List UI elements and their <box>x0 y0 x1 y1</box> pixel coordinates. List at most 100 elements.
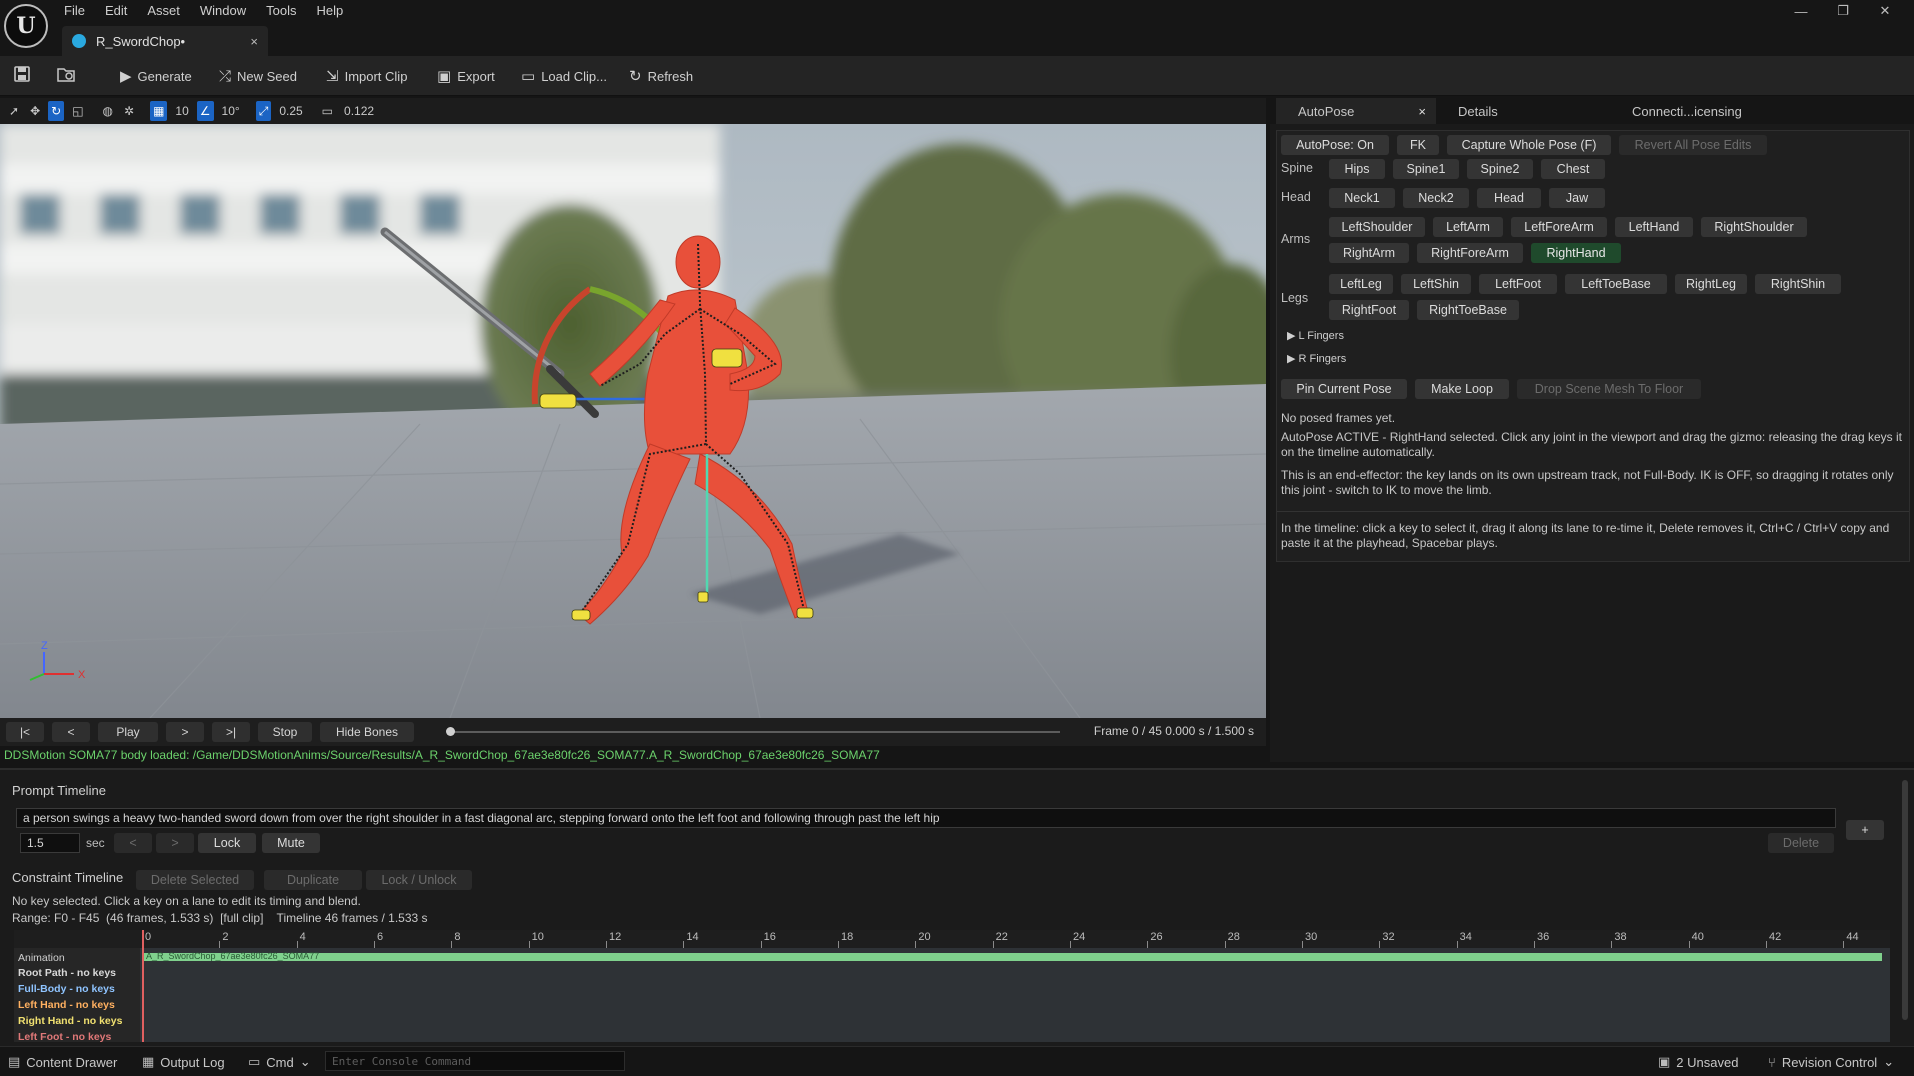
delete-selected-button[interactable]: Delete Selected <box>136 870 254 890</box>
last-frame-button[interactable]: >| <box>212 722 250 742</box>
capture-whole-pose-button[interactable]: Capture Whole Pose (F) <box>1447 135 1611 155</box>
drop-scene-mesh-button[interactable]: Drop Scene Mesh To Floor <box>1517 379 1701 399</box>
prompt-prev-button[interactable]: < <box>114 833 152 853</box>
joint-rightleg-button[interactable]: RightLeg <box>1675 274 1747 294</box>
menu-edit[interactable]: Edit <box>97 0 139 22</box>
prompt-delete-button[interactable]: Delete <box>1768 833 1834 853</box>
grid-snap-value[interactable]: 10 <box>172 101 191 121</box>
tab-autopose[interactable]: AutoPose × <box>1276 98 1436 124</box>
track-lanes[interactable] <box>14 948 1890 1042</box>
prompt-input[interactable]: a person swings a heavy two-handed sword… <box>16 808 1836 828</box>
prompt-mute-button[interactable]: Mute <box>262 833 320 853</box>
camera-speed-value[interactable]: 0.122 <box>341 101 377 121</box>
joint-head-button[interactable]: Head <box>1477 188 1541 208</box>
save-icon[interactable] <box>10 65 34 87</box>
joint-neck2-button[interactable]: Neck2 <box>1403 188 1469 208</box>
autopose-toggle-button[interactable]: AutoPose: On <box>1281 135 1389 155</box>
output-log-button[interactable]: ▦ Output Log <box>142 1054 225 1070</box>
viewport[interactable]: Z X <box>0 124 1266 718</box>
play-button[interactable]: Play <box>98 722 158 742</box>
grid-snap-icon[interactable]: ▦ <box>150 101 168 121</box>
joint-rightshin-button[interactable]: RightShin <box>1755 274 1841 294</box>
joint-jaw-button[interactable]: Jaw <box>1549 188 1605 208</box>
joint-rightfoot-button[interactable]: RightFoot <box>1329 300 1409 320</box>
prev-frame-button[interactable]: < <box>52 722 90 742</box>
export-button[interactable]: ▣ Export <box>437 64 495 88</box>
angle-snap-icon[interactable]: ∠ <box>196 101 214 121</box>
unreal-logo-icon[interactable]: U <box>4 4 48 48</box>
browse-icon[interactable] <box>54 65 78 87</box>
animation-clip-bar[interactable] <box>142 953 1882 961</box>
joint-spine2-button[interactable]: Spine2 <box>1467 159 1533 179</box>
revert-all-pose-edits-button[interactable]: Revert All Pose Edits <box>1619 135 1767 155</box>
scrub-bar[interactable] <box>450 731 1060 733</box>
world-icon[interactable]: ◍ <box>100 101 116 121</box>
console-input[interactable]: Enter Console Command <box>325 1051 625 1071</box>
duplicate-button[interactable]: Duplicate <box>264 870 362 890</box>
add-prompt-button[interactable]: + <box>1846 820 1884 840</box>
timeline-scrollbar[interactable] <box>1902 780 1908 1020</box>
frame-ruler[interactable]: 0 2 4 6 8 10 12 14 16 18 20 22 24 26 28 30 32 34 36 38 40 42 4… <box>14 930 1890 948</box>
generate-button[interactable]: ▶ Generate <box>120 64 192 88</box>
track-label[interactable]: Left Hand - no keys <box>18 999 115 1011</box>
joint-chest-button[interactable]: Chest <box>1541 159 1605 179</box>
new-seed-button[interactable]: ⤮ New Seed <box>219 64 297 88</box>
menu-asset[interactable]: Asset <box>139 0 192 22</box>
l-fingers-expander[interactable]: ▶ L Fingers <box>1287 329 1344 342</box>
scale-snap-value[interactable]: 0.25 <box>276 101 305 121</box>
joint-leftforearm-button[interactable]: LeftForeArm <box>1511 217 1607 237</box>
refresh-button[interactable]: ↻ Refresh <box>629 64 693 88</box>
pin-current-pose-button[interactable]: Pin Current Pose <box>1281 379 1407 399</box>
hide-bones-button[interactable]: Hide Bones <box>320 722 414 742</box>
joint-leftleg-button[interactable]: LeftLeg <box>1329 274 1393 294</box>
rotate-icon[interactable]: ↻ <box>48 101 65 121</box>
joint-leftshin-button[interactable]: LeftShin <box>1401 274 1471 294</box>
camera-speed-icon[interactable]: ▭ <box>319 101 336 121</box>
minimize-icon[interactable]: — <box>1780 0 1822 22</box>
joint-righthand-button[interactable]: RightHand <box>1531 243 1621 263</box>
first-frame-button[interactable]: |< <box>6 722 44 742</box>
close-icon[interactable]: ✕ <box>1864 0 1906 22</box>
menu-window[interactable]: Window <box>192 0 258 22</box>
track-label[interactable]: Left Foot - no keys <box>18 1031 111 1043</box>
lock-unlock-button[interactable]: Lock / Unlock <box>366 870 472 890</box>
restore-icon[interactable]: ❐ <box>1822 0 1864 22</box>
prompt-next-button[interactable]: > <box>156 833 194 853</box>
joint-rightforearm-button[interactable]: RightForeArm <box>1417 243 1523 263</box>
tab-close-icon[interactable]: × <box>1418 104 1426 119</box>
import-clip-button[interactable]: ⇲ Import Clip <box>326 64 407 88</box>
fk-button[interactable]: FK <box>1397 135 1439 155</box>
revision-control-button[interactable]: ⑂ Revision Control ⌄ <box>1768 1054 1894 1070</box>
joint-leftarm-button[interactable]: LeftArm <box>1433 217 1503 237</box>
seconds-input[interactable]: 1.5 <box>20 833 80 853</box>
cmd-dropdown[interactable]: ▭ Cmd ⌄ <box>248 1054 311 1070</box>
menu-file[interactable]: File <box>56 0 97 22</box>
content-drawer-button[interactable]: ▤ Content Drawer <box>8 1054 117 1070</box>
joint-spine1-button[interactable]: Spine1 <box>1393 159 1459 179</box>
asset-tab[interactable]: R_SwordChop• × <box>62 26 268 56</box>
joint-rightshoulder-button[interactable]: RightShoulder <box>1701 217 1807 237</box>
load-clip-button[interactable]: ▭ Load Clip... <box>521 64 607 88</box>
joint-lefthand-button[interactable]: LeftHand <box>1615 217 1693 237</box>
next-frame-button[interactable]: > <box>166 722 204 742</box>
playhead[interactable] <box>142 930 144 1042</box>
surface-snap-icon[interactable]: ✲ <box>121 101 137 121</box>
joint-leftfoot-button[interactable]: LeftFoot <box>1479 274 1557 294</box>
angle-snap-value[interactable]: 10° <box>219 101 243 121</box>
scale-snap-icon[interactable]: ⤢ <box>255 101 272 121</box>
scale-icon[interactable]: ◱ <box>69 101 86 121</box>
r-fingers-expander[interactable]: ▶ R Fingers <box>1287 352 1346 365</box>
tab-close-icon[interactable]: × <box>250 34 258 49</box>
stop-button[interactable]: Stop <box>258 722 312 742</box>
make-loop-button[interactable]: Make Loop <box>1415 379 1509 399</box>
menu-tools[interactable]: Tools <box>258 0 308 22</box>
track-label[interactable]: Full-Body - no keys <box>18 983 115 995</box>
joint-rightarm-button[interactable]: RightArm <box>1329 243 1409 263</box>
unsaved-button[interactable]: ▣ 2 Unsaved <box>1658 1054 1738 1070</box>
joint-hips-button[interactable]: Hips <box>1329 159 1385 179</box>
tab-details[interactable]: Details <box>1436 98 1520 124</box>
track-label[interactable]: Root Path - no keys <box>18 967 116 979</box>
menu-help[interactable]: Help <box>308 0 355 22</box>
move-icon[interactable]: ✥ <box>27 101 43 121</box>
track-label[interactable]: Right Hand - no keys <box>18 1015 122 1027</box>
